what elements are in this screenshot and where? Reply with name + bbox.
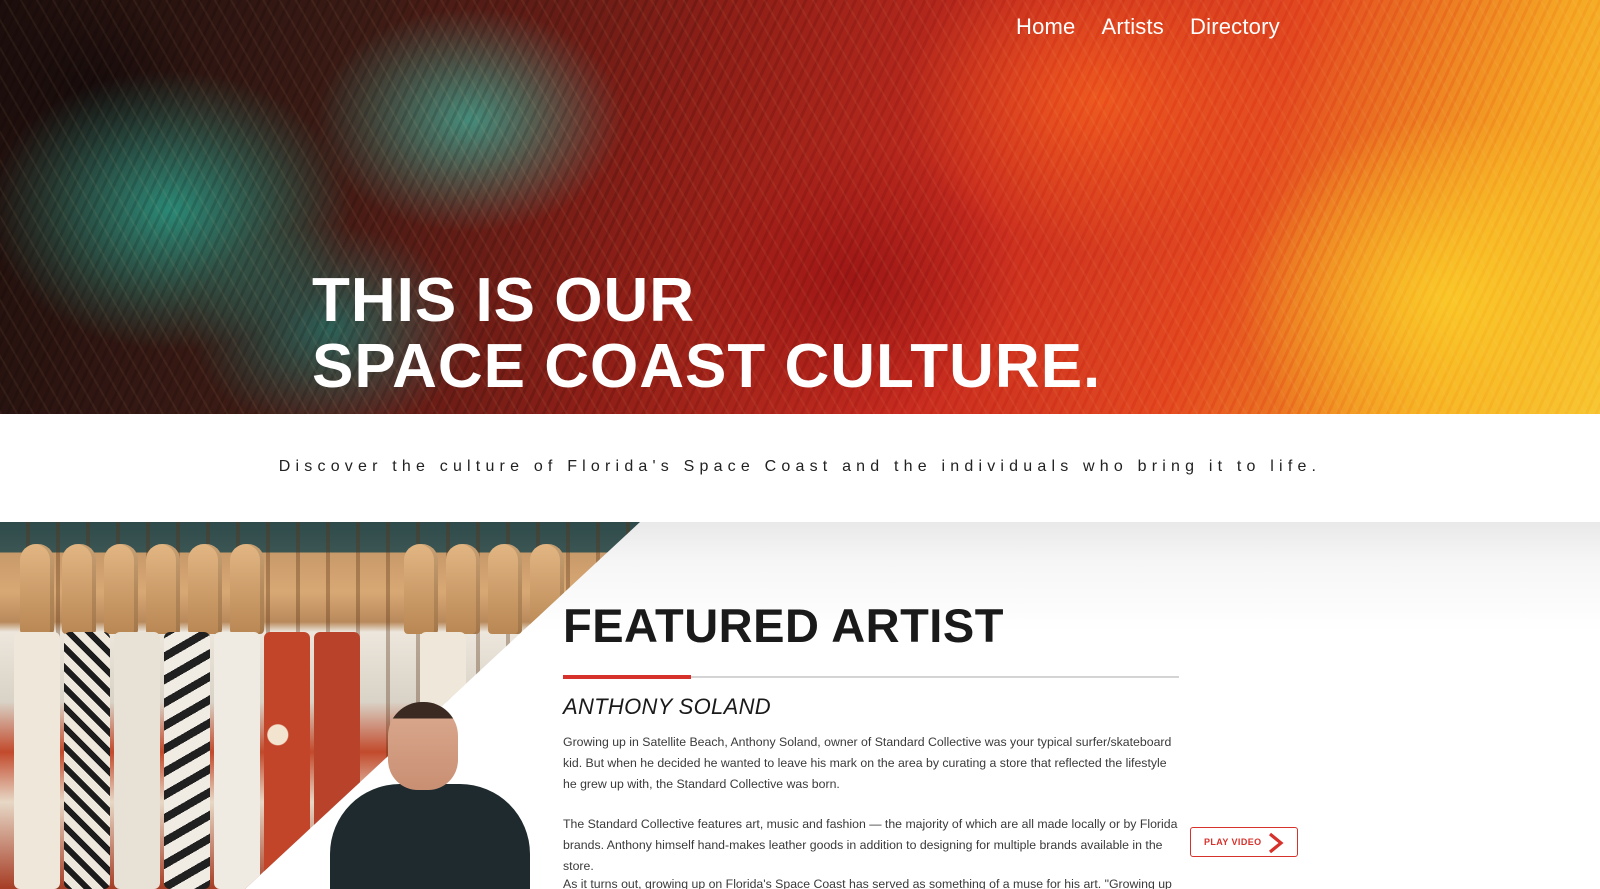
hanger-graphic <box>404 544 438 634</box>
featured-artist-section: FEATURED ARTIST ANTHONY SOLAND Growing u… <box>0 522 1600 889</box>
garment-graphic <box>264 632 310 889</box>
artist-bio-paragraph-1: Growing up in Satellite Beach, Anthony S… <box>563 735 1172 791</box>
hanger-graphic <box>488 544 522 634</box>
hanger-graphic <box>104 544 138 634</box>
artist-bio-paragraph-2: The Standard Collective features art, mu… <box>563 817 1178 873</box>
chevron-right-icon <box>1268 832 1284 854</box>
play-video-label: PLAY VIDEO <box>1204 837 1262 847</box>
main-nav: Home Artists Directory <box>1016 12 1280 42</box>
nav-directory-link[interactable]: Directory <box>1190 12 1280 42</box>
artist-portrait <box>320 692 540 889</box>
hanger-graphic <box>20 544 54 634</box>
hanger-graphic <box>188 544 222 634</box>
hanger-graphic <box>62 544 96 634</box>
hero-title-line-2: SPACE COAST CULTURE. <box>312 332 1102 401</box>
tagline-section: Discover the culture of Florida's Space … <box>0 414 1600 522</box>
hero-title-line-1: THIS IS OUR <box>312 266 696 335</box>
hanger-graphic <box>230 544 264 634</box>
garment-graphic <box>164 632 210 889</box>
artist-name: ANTHONY SOLAND <box>563 694 771 719</box>
portrait-body <box>330 784 530 889</box>
hanger-graphic <box>446 544 480 634</box>
portrait-head <box>388 702 458 790</box>
artist-bio-paragraph-3: As it turns out, growing up on Florida's… <box>563 877 1172 889</box>
garment-graphic <box>64 632 110 889</box>
garment-graphic <box>114 632 160 889</box>
hanger-graphic <box>146 544 180 634</box>
heading-divider-accent <box>563 675 691 679</box>
hanger-graphic <box>530 544 564 634</box>
hero-title: THIS IS OUR SPACE COAST CULTURE. <box>312 268 1101 400</box>
play-video-button[interactable]: PLAY VIDEO <box>1190 827 1298 857</box>
tagline-text: Discover the culture of Florida's Space … <box>278 458 1322 475</box>
hero-banner: Home Artists Directory THIS IS OUR SPACE… <box>0 0 1600 414</box>
featured-artist-heading: FEATURED ARTIST <box>563 599 1004 652</box>
garment-graphic <box>14 632 60 889</box>
nav-artists-link[interactable]: Artists <box>1102 12 1165 42</box>
garment-graphic <box>214 632 260 889</box>
nav-home-link[interactable]: Home <box>1016 12 1076 42</box>
